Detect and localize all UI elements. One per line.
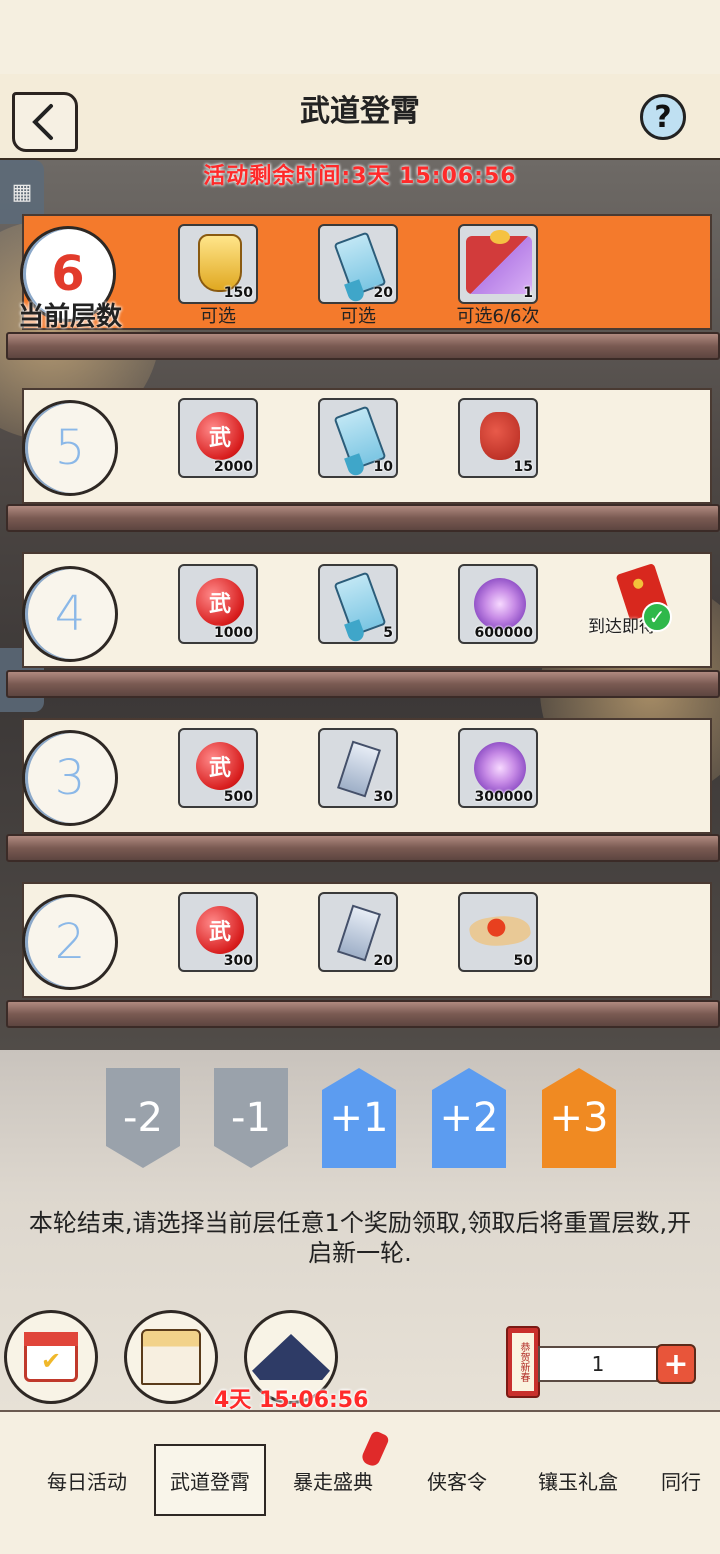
reward-item[interactable]: 20 xyxy=(318,892,398,972)
floor-badge: 3 xyxy=(22,730,118,826)
reward-item[interactable]: 武 500 xyxy=(178,728,258,808)
reward-item[interactable]: 武 1000 xyxy=(178,564,258,644)
shelf xyxy=(6,670,720,698)
shelf xyxy=(6,834,720,862)
reward-item[interactable]: 15 xyxy=(458,398,538,478)
page-title: 武道登霄 xyxy=(300,94,420,129)
reward-item[interactable]: 武 2000 xyxy=(178,398,258,478)
shelf xyxy=(6,1000,720,1028)
check-icon: ✓ xyxy=(642,602,672,632)
red-coin-icon: 武 xyxy=(196,742,244,790)
daily-calendar-button[interactable] xyxy=(4,1310,98,1404)
calendar-icon xyxy=(24,1332,78,1382)
tab-xiake[interactable]: 侠客令 xyxy=(402,1444,512,1516)
item-qty: 500 xyxy=(223,789,253,805)
reward-item[interactable]: 600000 xyxy=(458,564,538,644)
floor-badge: 2 xyxy=(22,894,118,990)
coupon-count: 1 xyxy=(538,1346,658,1382)
item-label: 可选 xyxy=(340,306,376,327)
reward-item[interactable]: 武 300 xyxy=(178,892,258,972)
item-qty: 20 xyxy=(373,285,393,301)
tab-jade-gift[interactable]: 镶玉礼盒 xyxy=(522,1444,634,1516)
item-qty: 50 xyxy=(513,953,533,969)
pellet-icon xyxy=(467,911,533,951)
shelf xyxy=(6,504,720,532)
item-qty: 150 xyxy=(223,285,253,301)
item-qty: 30 xyxy=(373,789,393,805)
blue-token-icon xyxy=(333,571,387,637)
reward-item[interactable]: 50 xyxy=(458,892,538,972)
add-button[interactable]: + xyxy=(656,1344,696,1384)
red-bag-icon xyxy=(480,412,520,460)
shop-icon xyxy=(141,1329,201,1385)
red-coin-icon: 武 xyxy=(196,906,244,954)
current-floor-label: 当前层数 xyxy=(18,302,123,332)
reward-item[interactable]: 150 xyxy=(178,224,258,304)
floor-badge: 5 xyxy=(22,400,118,496)
reward-item[interactable]: 10 xyxy=(318,398,398,478)
coupon-text: 恭贺新春 xyxy=(512,1333,534,1391)
red-coin-icon: 武 xyxy=(196,578,244,626)
item-label: 可选 xyxy=(200,306,236,327)
item-qty: 1000 xyxy=(214,625,253,641)
coupon-icon: 恭贺新春 xyxy=(506,1326,540,1398)
reward-item[interactable]: 30 xyxy=(318,728,398,808)
reward-item[interactable]: 20 xyxy=(318,224,398,304)
item-qty: 600000 xyxy=(474,625,533,641)
item-qty: 300000 xyxy=(474,789,533,805)
help-icon[interactable]: ? xyxy=(640,94,686,140)
hat-icon xyxy=(252,1334,330,1380)
tab-wudao[interactable]: 武道登霄 xyxy=(154,1444,266,1516)
header: 武道登霄 ? xyxy=(0,74,720,160)
item-qty: 10 xyxy=(373,459,393,475)
reward-item[interactable]: 1 xyxy=(458,224,538,304)
item-qty: 1 xyxy=(523,285,533,301)
round-end-message: 本轮结束,请选择当前层任意1个奖励领取,领取后将重置层数,开启新一轮. xyxy=(28,1209,692,1267)
item-qty: 15 xyxy=(513,459,533,475)
tab-companion[interactable]: 同行 xyxy=(646,1444,716,1516)
gold-medal-icon xyxy=(198,234,242,292)
floor-badge: 4 xyxy=(22,566,118,662)
red-coin-icon: 武 xyxy=(196,412,244,460)
status-strip xyxy=(0,0,720,74)
purple-orb-icon xyxy=(474,578,526,630)
item-qty: 20 xyxy=(373,953,393,969)
bottom-tab-bar: 每日活动 武道登霄 暴走盛典 侠客令 镶玉礼盒 同行 xyxy=(0,1410,720,1554)
reward-item[interactable]: 5 xyxy=(318,564,398,644)
item-qty: 300 xyxy=(223,953,253,969)
purple-orb-icon xyxy=(474,742,526,794)
tab-daily-activity[interactable]: 每日活动 xyxy=(32,1444,142,1516)
event-countdown: 活动剩余时间:3天 15:06:56 xyxy=(203,164,517,189)
shop-button[interactable] xyxy=(124,1310,218,1404)
item-qty: 5 xyxy=(383,625,393,641)
item-label: 可选6/6次 xyxy=(456,306,540,327)
reward-item[interactable]: 300000 xyxy=(458,728,538,808)
shelf xyxy=(6,332,720,360)
item-qty: 2000 xyxy=(214,459,253,475)
